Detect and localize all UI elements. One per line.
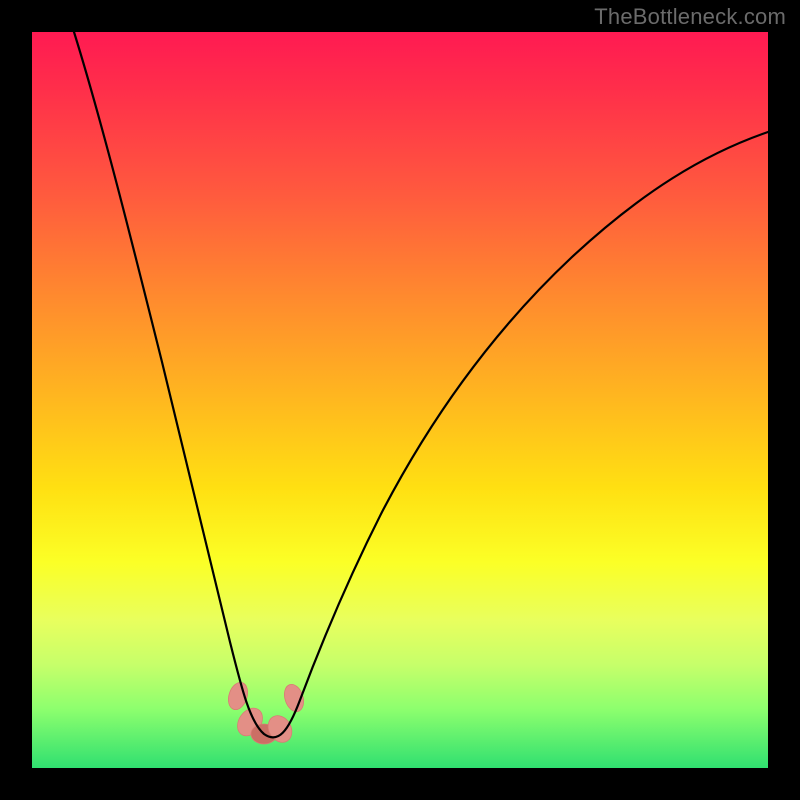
watermark-text: TheBottleneck.com xyxy=(594,4,786,30)
plot-area xyxy=(32,32,768,768)
bottleneck-curve xyxy=(74,32,768,737)
curve-svg xyxy=(32,32,768,768)
chart-frame: TheBottleneck.com xyxy=(0,0,800,800)
